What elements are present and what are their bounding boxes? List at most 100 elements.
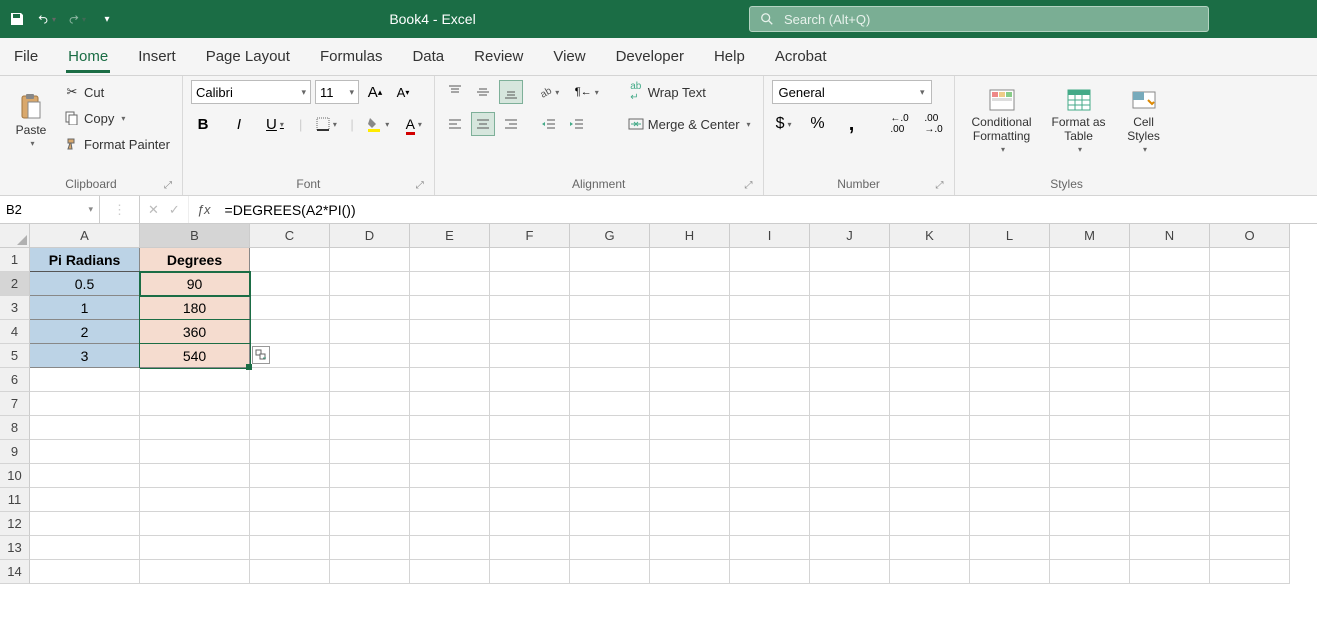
cell[interactable] <box>1210 368 1290 392</box>
col-header-G[interactable]: G <box>570 224 650 248</box>
cell[interactable] <box>810 344 890 368</box>
cell[interactable] <box>1210 440 1290 464</box>
cell[interactable] <box>1130 296 1210 320</box>
cell[interactable] <box>650 248 730 272</box>
worksheet[interactable]: ABCDEFGHIJKLMNO 1Pi RadiansDegrees20.590… <box>0 224 1317 620</box>
cell[interactable] <box>30 368 140 392</box>
cell[interactable] <box>570 512 650 536</box>
row-header[interactable]: 10 <box>0 464 30 488</box>
cell[interactable] <box>570 560 650 584</box>
row-header[interactable]: 8 <box>0 416 30 440</box>
col-header-N[interactable]: N <box>1130 224 1210 248</box>
tab-developer[interactable]: Developer <box>614 40 686 73</box>
cell[interactable] <box>890 464 970 488</box>
search-input[interactable] <box>784 12 1198 27</box>
cell[interactable] <box>140 464 250 488</box>
cell[interactable] <box>570 368 650 392</box>
cell[interactable]: Pi Radians <box>30 248 140 272</box>
cell[interactable] <box>1050 344 1130 368</box>
cell[interactable] <box>570 296 650 320</box>
cell[interactable] <box>970 344 1050 368</box>
row-header[interactable]: 14 <box>0 560 30 584</box>
cell[interactable] <box>1210 320 1290 344</box>
cell[interactable] <box>490 392 570 416</box>
col-header-M[interactable]: M <box>1050 224 1130 248</box>
cell[interactable] <box>1050 392 1130 416</box>
cell[interactable] <box>250 512 330 536</box>
number-format-select[interactable]: General▾ <box>772 80 932 104</box>
align-top-icon[interactable] <box>443 80 467 104</box>
col-header-C[interactable]: C <box>250 224 330 248</box>
cell[interactable] <box>330 488 410 512</box>
cut-button[interactable]: ✂Cut <box>60 80 174 104</box>
cell[interactable]: 3 <box>30 344 140 368</box>
cell[interactable] <box>1050 536 1130 560</box>
cell[interactable]: 180 <box>140 296 250 320</box>
font-color-button[interactable]: A <box>402 112 426 136</box>
align-middle-icon[interactable] <box>471 80 495 104</box>
cell[interactable] <box>890 512 970 536</box>
cell[interactable] <box>1130 488 1210 512</box>
cell[interactable] <box>140 560 250 584</box>
tab-data[interactable]: Data <box>410 40 446 73</box>
cell[interactable] <box>570 416 650 440</box>
cell[interactable] <box>250 440 330 464</box>
cell[interactable] <box>570 272 650 296</box>
cell[interactable] <box>970 296 1050 320</box>
select-all-corner[interactable] <box>0 224 30 248</box>
cell[interactable] <box>490 488 570 512</box>
cell[interactable] <box>490 272 570 296</box>
cell[interactable] <box>140 440 250 464</box>
cell[interactable] <box>970 392 1050 416</box>
cell[interactable] <box>810 488 890 512</box>
row-header[interactable]: 12 <box>0 512 30 536</box>
cell[interactable] <box>810 392 890 416</box>
cell[interactable] <box>250 464 330 488</box>
col-header-I[interactable]: I <box>730 224 810 248</box>
cell[interactable] <box>970 368 1050 392</box>
cell[interactable] <box>330 416 410 440</box>
cell[interactable] <box>490 296 570 320</box>
cell[interactable] <box>650 344 730 368</box>
row-header[interactable]: 2 <box>0 272 30 296</box>
cell[interactable] <box>730 296 810 320</box>
cell[interactable] <box>30 488 140 512</box>
cell[interactable] <box>890 440 970 464</box>
cell[interactable] <box>1130 272 1210 296</box>
cell[interactable] <box>490 464 570 488</box>
cell[interactable] <box>490 368 570 392</box>
cell[interactable] <box>1050 512 1130 536</box>
cell[interactable] <box>250 536 330 560</box>
cell[interactable] <box>410 560 490 584</box>
cell[interactable]: 1 <box>30 296 140 320</box>
cell[interactable] <box>970 512 1050 536</box>
cell[interactable] <box>810 248 890 272</box>
col-header-F[interactable]: F <box>490 224 570 248</box>
orientation-icon[interactable]: ab <box>537 80 561 104</box>
cell[interactable] <box>330 344 410 368</box>
cell[interactable] <box>810 512 890 536</box>
cell[interactable] <box>1050 248 1130 272</box>
cell[interactable] <box>570 440 650 464</box>
decrease-decimal-icon[interactable]: .00→.0 <box>922 112 946 136</box>
cell[interactable] <box>30 536 140 560</box>
cell[interactable] <box>1050 464 1130 488</box>
cell[interactable] <box>410 368 490 392</box>
cell[interactable] <box>1130 368 1210 392</box>
cell[interactable]: 90 <box>140 272 250 296</box>
cell[interactable] <box>330 392 410 416</box>
col-header-B[interactable]: B <box>140 224 250 248</box>
cell[interactable] <box>1050 440 1130 464</box>
row-header[interactable]: 13 <box>0 536 30 560</box>
cell[interactable] <box>250 320 330 344</box>
tab-file[interactable]: File <box>12 40 40 73</box>
cell[interactable] <box>410 536 490 560</box>
cell[interactable] <box>140 488 250 512</box>
cell[interactable] <box>330 440 410 464</box>
cell[interactable] <box>890 320 970 344</box>
cell[interactable] <box>810 320 890 344</box>
cell[interactable] <box>410 416 490 440</box>
cell[interactable] <box>730 272 810 296</box>
cell[interactable] <box>650 512 730 536</box>
cell[interactable] <box>140 416 250 440</box>
